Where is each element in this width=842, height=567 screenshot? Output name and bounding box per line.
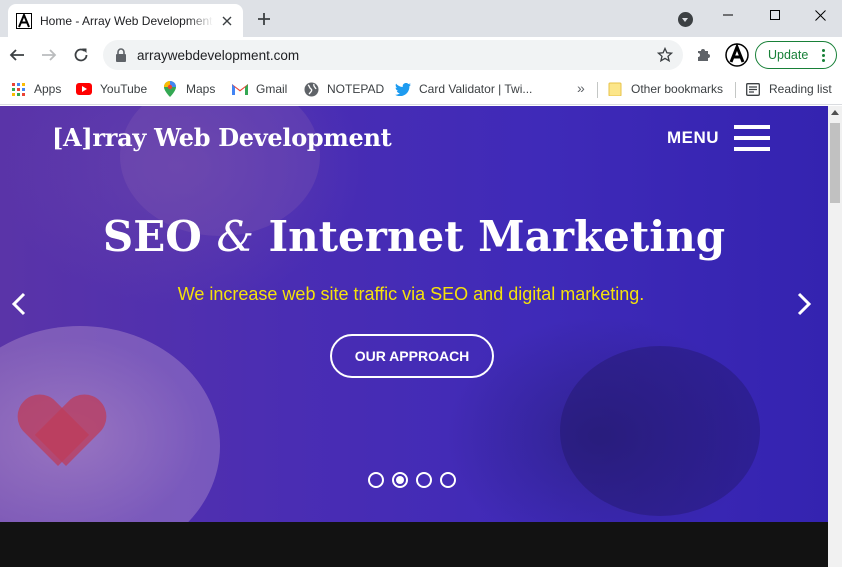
forward-icon[interactable] (39, 45, 59, 65)
address-bar[interactable]: arraywebdevelopment.com (103, 40, 683, 70)
chevron-left-icon[interactable] (9, 290, 29, 318)
next-section (0, 522, 828, 567)
bookmark-label: NOTEPAD (327, 82, 385, 96)
slider-pagination (368, 472, 464, 488)
menu-label: MENU (667, 128, 720, 147)
folder-icon (607, 81, 623, 97)
our-approach-button[interactable]: OUR APPROACH (330, 334, 494, 378)
array-logo-icon (16, 12, 32, 29)
bookmarks-divider (735, 82, 736, 98)
browser-toolbar: arraywebdevelopment.com Update (0, 37, 842, 73)
background-photo-blob (560, 346, 760, 516)
extensions-puzzle-icon[interactable] (696, 46, 712, 62)
bookmark-apps[interactable]: Apps (10, 79, 61, 99)
gmail-icon (232, 81, 248, 97)
bookmark-card-validator[interactable]: Card Validator | Twi... (395, 79, 532, 99)
site-logo[interactable]: [A]rray Web Development (52, 123, 392, 152)
headline-part: Internet Marketing (268, 212, 726, 261)
bookmarks-bar: Apps YouTube Maps Gmail NOTEPAD Card Val… (0, 73, 842, 105)
bookmark-label: Gmail (256, 82, 288, 96)
update-button[interactable]: Update (755, 41, 837, 69)
slide-headline: SEO & Internet Marketing (0, 212, 828, 261)
slider-dot[interactable] (440, 472, 456, 488)
reading-list[interactable]: Reading list (745, 79, 832, 99)
heart-decoration (22, 396, 102, 471)
hamburger-icon[interactable] (734, 125, 771, 151)
slider-dot[interactable] (368, 472, 384, 488)
twitter-icon (395, 81, 411, 97)
scroll-up-icon[interactable] (831, 110, 839, 115)
bookmarks-divider (597, 82, 598, 98)
youtube-icon (76, 81, 92, 97)
maps-pin-icon (162, 81, 178, 97)
page-viewport: [A]rray Web Development MENU SEO & Inter… (0, 106, 828, 567)
headline-ampersand: & (216, 212, 254, 261)
slide-subtext: We increase web site traffic via SEO and… (177, 284, 645, 304)
bookmark-label: Apps (34, 82, 62, 96)
chevron-right-icon[interactable] (794, 290, 814, 318)
tab-home[interactable]: Home - Array Web Development (8, 4, 243, 37)
bookmark-maps[interactable]: Maps (162, 79, 215, 99)
update-label: Update (768, 48, 809, 62)
bookmark-label: YouTube (100, 82, 148, 96)
bookmark-youtube[interactable]: YouTube (76, 79, 147, 99)
scrollbar[interactable] (828, 106, 842, 567)
bookmarks-overflow-icon[interactable]: » (577, 80, 585, 96)
globe-icon (303, 81, 319, 97)
more-menu-icon[interactable] (822, 49, 825, 64)
lock-icon[interactable] (115, 48, 127, 62)
bookmark-gmail[interactable]: Gmail (232, 79, 287, 99)
headline-part: SEO (102, 212, 202, 261)
slider-dot[interactable] (416, 472, 432, 488)
url-text[interactable]: arraywebdevelopment.com (137, 48, 299, 63)
back-icon[interactable] (7, 45, 27, 65)
tab-strip: Home - Array Web Development (0, 0, 842, 37)
bookmark-label: Reading list (769, 82, 832, 96)
bookmark-star-icon[interactable] (657, 47, 673, 63)
bookmark-label: Card Validator | Twi... (419, 82, 533, 96)
bookmark-label: Other bookmarks (631, 82, 724, 96)
tab-search-icon[interactable] (678, 12, 693, 27)
close-tab-icon[interactable] (219, 13, 235, 29)
apps-grid-icon (10, 81, 26, 97)
minimize-icon[interactable] (705, 0, 751, 30)
maximize-icon[interactable] (752, 0, 798, 30)
hero-slider: [A]rray Web Development MENU SEO & Inter… (0, 106, 828, 522)
close-window-icon[interactable] (797, 0, 842, 30)
new-tab-icon[interactable] (256, 11, 272, 27)
bookmark-other-bookmarks[interactable]: Other bookmarks (607, 79, 723, 99)
menu-button[interactable]: MENU (667, 123, 771, 153)
bookmark-label: Maps (186, 82, 216, 96)
scrollbar-thumb[interactable] (830, 123, 840, 203)
bookmark-notepad[interactable]: NOTEPAD (303, 79, 384, 99)
profile-avatar-icon[interactable] (725, 43, 749, 67)
reload-icon[interactable] (71, 45, 91, 65)
slider-dot[interactable] (392, 472, 408, 488)
reading-list-icon (745, 81, 761, 97)
tab-title: Home - Array Web Development (40, 13, 213, 28)
